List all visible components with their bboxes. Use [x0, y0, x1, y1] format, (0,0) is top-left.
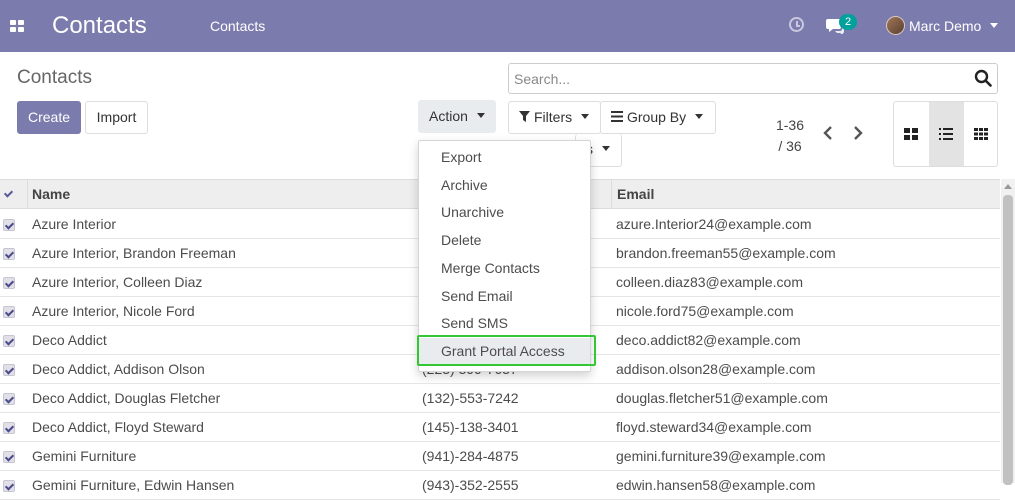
- user-menu-caret-icon[interactable]: [990, 23, 998, 28]
- menu-item-contacts[interactable]: Contacts: [210, 18, 265, 34]
- scroll-up-arrow-icon[interactable]: [1004, 184, 1012, 189]
- cell-name: Gemini Furniture: [32, 448, 137, 464]
- row-checkbox[interactable]: [3, 480, 15, 492]
- highlight-box: [417, 335, 596, 366]
- message-count-badge: 2: [839, 14, 857, 30]
- cell-phone: (145)-138-3401: [422, 419, 519, 435]
- cell-name: Gemini Furniture, Edwin Hansen: [32, 477, 235, 493]
- cell-email: azure.Interior24@example.com: [616, 216, 812, 232]
- cell-email: brandon.freeman55@example.com: [616, 245, 836, 261]
- activity-clock-icon[interactable]: [789, 17, 804, 32]
- cell-email: edwin.hansen58@example.com: [616, 477, 816, 493]
- create-button[interactable]: Create: [17, 101, 81, 134]
- activity-view-button[interactable]: [964, 102, 999, 166]
- search-input[interactable]: [514, 68, 954, 90]
- filters-caret-icon: [581, 114, 590, 120]
- cell-name: Deco Addict: [32, 332, 107, 348]
- apps-menu-icon[interactable]: [10, 20, 24, 32]
- action-label: Action: [429, 108, 468, 124]
- action-menu-item-send-sms[interactable]: Send SMS: [419, 310, 590, 337]
- cell-phone: (132)-553-7242: [422, 390, 519, 406]
- action-menu-item-delete[interactable]: Delete: [419, 227, 590, 254]
- chevron-left-icon[interactable]: [820, 124, 836, 142]
- pager-limit: / 36: [778, 138, 802, 154]
- grid-icon: [974, 128, 988, 140]
- row-checkbox[interactable]: [3, 451, 15, 463]
- cell-name: Deco Addict, Addison Olson: [32, 361, 205, 377]
- group-by-label: Group By: [627, 109, 687, 125]
- chevron-right-icon[interactable]: [850, 124, 866, 142]
- row-checkbox[interactable]: [3, 306, 15, 318]
- list-icon: [939, 128, 953, 140]
- search-icon[interactable]: [974, 69, 992, 87]
- breadcrumb: Contacts: [17, 67, 92, 88]
- row-checkbox[interactable]: [3, 364, 15, 376]
- cell-email: colleen.diaz83@example.com: [616, 274, 803, 290]
- cell-phone: (943)-352-2555: [422, 477, 519, 493]
- cell-name: Azure Interior: [32, 216, 117, 232]
- row-checkbox[interactable]: [3, 393, 15, 405]
- app-title: Contacts: [52, 12, 147, 39]
- scrollbar-thumb[interactable]: [1003, 195, 1013, 485]
- action-caret-icon: [476, 113, 485, 119]
- table-row[interactable]: Gemini Furniture (941)-284-4875 gemini.fur…: [0, 442, 1000, 471]
- cell-name: Deco Addict, Floyd Steward: [32, 419, 204, 435]
- cell-name: Deco Addict, Douglas Fletcher: [32, 390, 221, 406]
- action-menu-item-merge-contacts[interactable]: Merge Contacts: [419, 255, 590, 282]
- column-separator: [611, 180, 612, 208]
- row-checkbox[interactable]: [3, 219, 15, 231]
- kanban-view-button[interactable]: [894, 102, 929, 166]
- pager: 1-36 / 36: [770, 115, 810, 157]
- cell-name: Azure Interior, Nicole Ford: [32, 303, 195, 319]
- action-menu-item-send-email[interactable]: Send Email: [419, 283, 590, 310]
- action-menu-item-unarchive[interactable]: Unarchive: [419, 199, 590, 226]
- list-view-button[interactable]: [929, 102, 964, 166]
- cell-email: deco.addict82@example.com: [616, 332, 801, 348]
- cell-phone: (941)-284-4875: [422, 448, 519, 464]
- favorites-caret-icon: [602, 146, 610, 152]
- filter-icon: [519, 110, 530, 122]
- pager-value[interactable]: 1-36: [770, 115, 810, 136]
- column-header-name[interactable]: Name: [32, 186, 70, 202]
- table-row[interactable]: Gemini Furniture, Edwin Hansen (943)-352-…: [0, 471, 1000, 500]
- column-header-email[interactable]: Email: [617, 186, 654, 202]
- select-all-checkbox[interactable]: [3, 188, 15, 200]
- row-checkbox[interactable]: [3, 335, 15, 347]
- cell-email: gemini.furniture39@example.com: [616, 448, 826, 464]
- search-box: [508, 63, 998, 94]
- filters-label: Filters: [534, 109, 573, 125]
- row-checkbox[interactable]: [3, 277, 15, 289]
- action-menu-item-export[interactable]: Export: [419, 144, 590, 171]
- user-menu-name[interactable]: Marc Demo: [909, 18, 981, 34]
- action-menu-item-archive[interactable]: Archive: [419, 172, 590, 199]
- vertical-scrollbar[interactable]: [1001, 179, 1015, 485]
- action-dropdown-button[interactable]: Action: [418, 100, 496, 133]
- group-by-caret-icon: [695, 114, 704, 120]
- filters-button[interactable]: Filters: [508, 101, 601, 134]
- import-button[interactable]: Import: [85, 101, 148, 134]
- kanban-icon: [904, 128, 918, 140]
- cell-name: Azure Interior, Brandon Freeman: [32, 245, 236, 261]
- user-avatar[interactable]: [886, 16, 905, 35]
- table-row[interactable]: Deco Addict, Floyd Steward (145)-138-3401…: [0, 413, 1000, 442]
- top-navbar: Contacts Contacts 2 Marc Demo: [0, 0, 1015, 52]
- row-checkbox[interactable]: [3, 422, 15, 434]
- cell-email: douglas.fletcher51@example.com: [616, 390, 828, 406]
- group-by-button[interactable]: Group By: [600, 101, 716, 134]
- cell-email: floyd.steward34@example.com: [616, 419, 812, 435]
- bars-icon: [611, 111, 623, 123]
- cell-email: addison.olson28@example.com: [616, 361, 816, 377]
- table-row[interactable]: Deco Addict, Douglas Fletcher (132)-553-7…: [0, 384, 1000, 413]
- column-separator: [27, 180, 28, 208]
- view-switcher: [893, 101, 998, 167]
- cell-email: nicole.ford75@example.com: [616, 303, 794, 319]
- row-checkbox[interactable]: [3, 248, 15, 260]
- cell-name: Azure Interior, Colleen Diaz: [32, 274, 203, 290]
